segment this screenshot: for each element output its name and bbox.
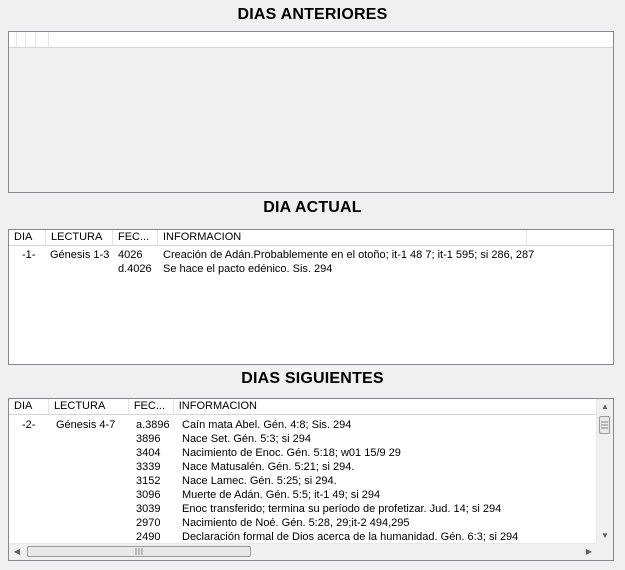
vertical-scroll-thumb[interactable] (599, 416, 610, 434)
current-col-filler (527, 230, 613, 245)
previous-days-list[interactable] (8, 31, 614, 193)
cell-fecha: 4026 (118, 249, 143, 261)
next-days-title: DIAS SIGUIENTES (241, 370, 384, 387)
cell-dia: -2- (22, 419, 36, 431)
next-col-lectura[interactable]: LECTURA (49, 399, 129, 414)
horizontal-scroll-thumb[interactable] (27, 546, 251, 557)
cell-informacion: Nace Set. Gén. 5:3; si 294 (182, 433, 312, 445)
cell-lectura: Génesis 1-3 (50, 249, 110, 261)
horizontal-scrollbar[interactable]: ◀ ▶ (9, 543, 597, 560)
cell-fecha: 3039 (136, 503, 161, 515)
current-col-dia[interactable]: DIA (9, 230, 46, 245)
previous-days-header (9, 32, 613, 48)
cell-fecha: 2490 (136, 531, 161, 543)
current-day-header: DIA LECTURA FEC... INFORMACION (9, 230, 613, 246)
next-col-informacion[interactable]: INFORMACION (174, 399, 597, 414)
cell-dia: -1- (22, 249, 36, 261)
scroll-right-arrow-icon[interactable]: ▶ (581, 544, 597, 560)
previous-col-1[interactable] (9, 32, 17, 47)
cell-fecha: d.4026 (118, 263, 152, 275)
cell-informacion: Caín mata Abel. Gén. 4:8; Sis. 294 (182, 419, 352, 431)
cell-informacion: Enoc transferido; termina su período de … (182, 503, 502, 515)
next-col-dia[interactable]: DIA (9, 399, 49, 414)
cell-fecha: 2970 (136, 517, 161, 529)
scroll-down-arrow-icon[interactable]: ▼ (597, 528, 613, 544)
cell-fecha: 3339 (136, 461, 161, 473)
previous-col-3[interactable] (26, 32, 36, 47)
cell-informacion: Declaración formal de Dios acerca de la … (182, 531, 519, 543)
cell-informacion: Creación de Adán.Probablemente en el oto… (163, 249, 535, 261)
grip-icon (601, 421, 608, 429)
cell-informacion: Nacimiento de Enoc. Gén. 5:18; w01 15/9 … (182, 447, 401, 459)
current-col-informacion[interactable]: INFORMACION (158, 230, 527, 245)
previous-col-4[interactable] (36, 32, 49, 47)
scroll-left-arrow-icon[interactable]: ◀ (9, 544, 25, 560)
cell-fecha: a.3896 (136, 419, 170, 431)
previous-col-2[interactable] (17, 32, 26, 47)
cell-informacion: Se hace el pacto edénico. Sis. 294 (163, 263, 333, 275)
cell-fecha: 3096 (136, 489, 161, 501)
cell-lectura: Génesis 4-7 (56, 419, 116, 431)
scroll-up-arrow-icon[interactable]: ▲ (597, 399, 613, 415)
cell-fecha: 3152 (136, 475, 161, 487)
next-days-list[interactable]: DIA LECTURA FEC... INFORMACION -2- Génes… (8, 398, 614, 561)
cell-fecha: 3404 (136, 447, 161, 459)
previous-days-title: DIAS ANTERIORES (237, 6, 388, 23)
cell-informacion: Nace Matusalén. Gén. 5:21; si 294. (182, 461, 355, 473)
current-col-lectura[interactable]: LECTURA (46, 230, 113, 245)
vertical-scrollbar[interactable]: ▲ ▼ (596, 399, 613, 544)
scrollbar-corner (597, 544, 613, 560)
cell-fecha: 3896 (136, 433, 161, 445)
next-col-fecha[interactable]: FEC... (129, 399, 174, 414)
cell-informacion: Muerte de Adán. Gén. 5:5; it-1 49; si 29… (182, 489, 381, 501)
current-col-fecha[interactable]: FEC... (113, 230, 158, 245)
cell-informacion: Nacimiento de Noé. Gén. 5:28, 29;it-2 49… (182, 517, 410, 529)
grip-icon (135, 548, 143, 555)
next-days-header: DIA LECTURA FEC... INFORMACION (9, 399, 597, 415)
current-day-list[interactable]: DIA LECTURA FEC... INFORMACION -1- Génes… (8, 229, 614, 365)
current-day-title: DIA ACTUAL (263, 199, 362, 216)
cell-informacion: Nace Lamec. Gén. 5:25; si 294. (182, 475, 337, 487)
